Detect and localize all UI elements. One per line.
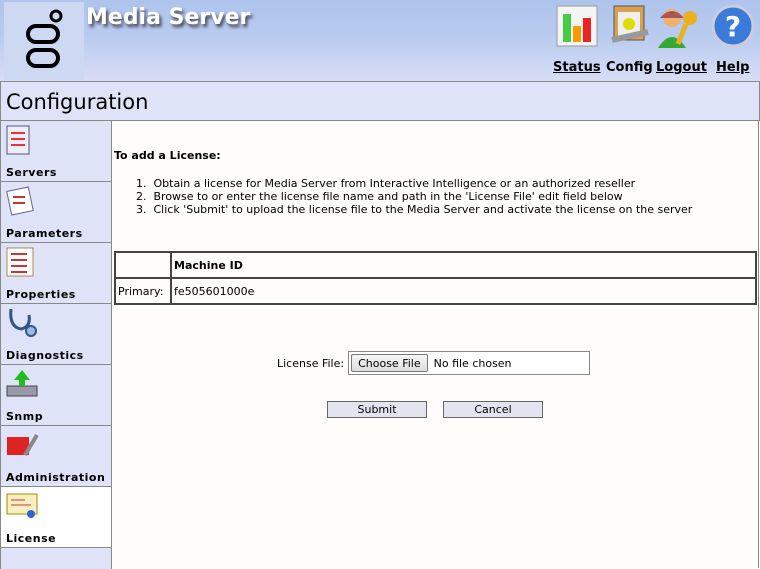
- submit-button[interactable]: Submit: [327, 401, 427, 418]
- sidebar-item-license[interactable]: License: [1, 487, 111, 548]
- row-label: Primary:: [114, 277, 172, 305]
- cancel-button[interactable]: Cancel: [443, 401, 543, 418]
- properties-icon: [6, 247, 34, 277]
- sidebar-item-parameters[interactable]: Parameters: [1, 182, 111, 243]
- no-file-text: No file chosen: [433, 356, 512, 370]
- step-2: 2. Browse to or enter the license file n…: [136, 190, 623, 203]
- sidebar-item-diagnostics[interactable]: Diagnostics: [1, 304, 111, 365]
- intro-heading: To add a License:: [114, 149, 221, 162]
- parameters-icon: [6, 186, 34, 216]
- license-file-label: License File:: [277, 356, 345, 370]
- administration-icon: [7, 433, 39, 457]
- header: Media Server ? Status Config Logout Help: [0, 0, 760, 82]
- step-3: 3. Click 'Submit' to upload the license …: [136, 203, 693, 216]
- help-icon[interactable]: ?: [711, 4, 755, 48]
- sidebar: Servers Parameters Properties Diagnostic…: [0, 121, 112, 569]
- license-icon: [6, 493, 38, 518]
- app-title: Media Server: [86, 5, 251, 30]
- license-panel: To add a License: 1. Obtain a license fo…: [112, 121, 759, 568]
- help-link[interactable]: Help: [716, 60, 749, 75]
- svg-text:?: ?: [725, 10, 741, 43]
- status-link[interactable]: Status: [553, 60, 601, 75]
- choose-file-button[interactable]: Choose File: [351, 354, 428, 372]
- bar-chart-icon[interactable]: [555, 4, 599, 48]
- snmp-icon: [6, 370, 38, 397]
- section-bar: Configuration: [0, 82, 760, 121]
- section-title: Configuration: [6, 90, 149, 114]
- user-key-icon[interactable]: [656, 4, 700, 48]
- machine-id-header: Machine ID: [170, 251, 757, 279]
- machine-id-value: fe505601000e: [170, 277, 757, 305]
- logo: [4, 2, 84, 80]
- stethoscope-icon: [9, 308, 37, 337]
- machine-id-table: Machine ID Primary: fe505601000e: [114, 251, 757, 305]
- sidebar-item-servers[interactable]: Servers: [1, 121, 111, 182]
- logout-link[interactable]: Logout: [656, 60, 707, 75]
- step-1: 1. Obtain a license for Media Server fro…: [136, 177, 636, 190]
- sidebar-item-properties[interactable]: Properties: [1, 243, 111, 304]
- instruction-list: 1. Obtain a license for Media Server fro…: [136, 177, 692, 216]
- sidebar-item-administration[interactable]: Administration: [1, 426, 111, 487]
- sidebar-item-snmp[interactable]: Snmp: [1, 365, 111, 426]
- clipboard-wrench-icon[interactable]: [608, 4, 652, 48]
- license-file-input[interactable]: Choose File No file chosen: [348, 351, 591, 375]
- config-link[interactable]: Config: [606, 60, 653, 75]
- license-file-row: License File: Choose File No file chosen: [277, 351, 591, 375]
- servers-icon: [6, 125, 30, 155]
